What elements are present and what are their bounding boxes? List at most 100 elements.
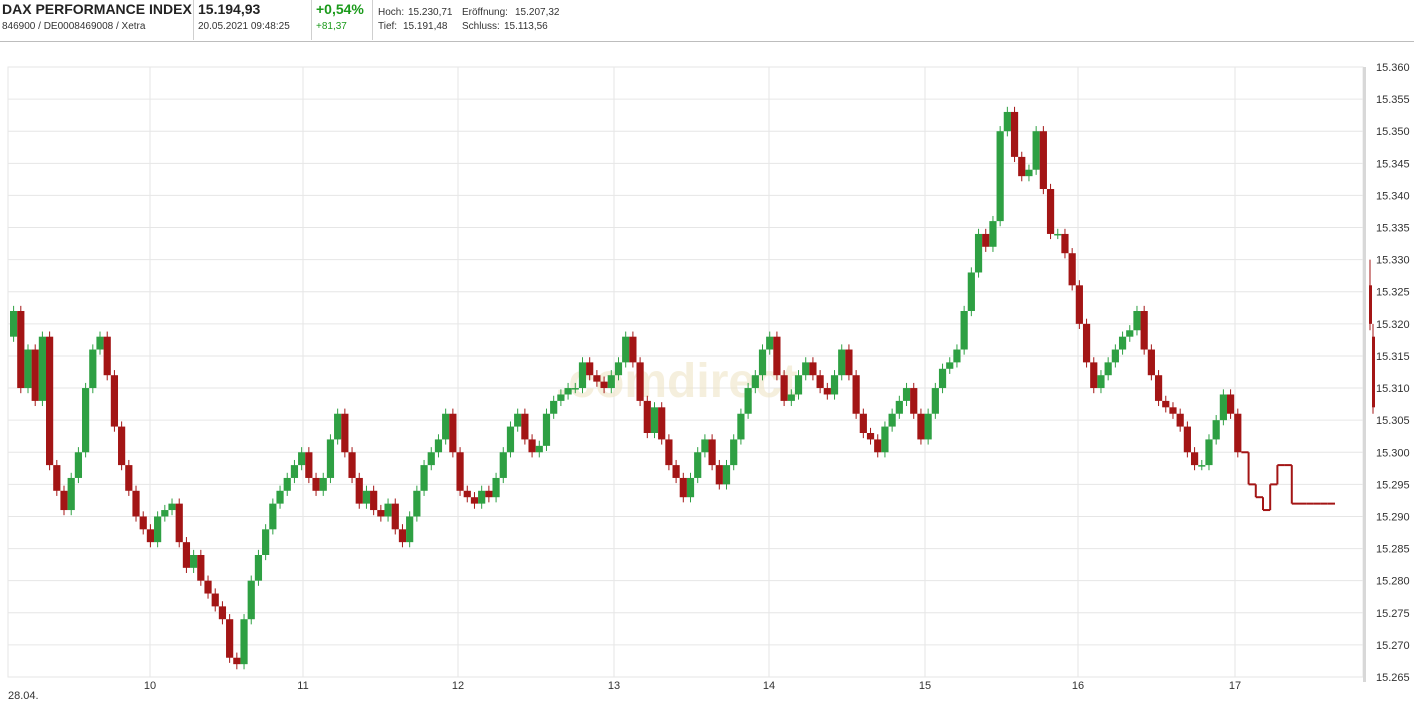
candle-body [860,414,867,433]
close-value: 15.113,56 [504,21,548,32]
candle-body [197,555,204,581]
candle-body [889,414,896,427]
price-timestamp: 20.05.2021 09:48:25 [198,21,290,32]
candle-body [802,362,809,375]
open-value: 15.207,32 [515,7,560,18]
candle-body [737,414,744,440]
x-axis: 101112131415161728.04. [8,680,1241,702]
candle-body [46,337,53,465]
candle-body [219,606,226,619]
candle-body [1191,452,1198,465]
candle-body [1076,285,1083,324]
x-tick-label: 15 [919,680,931,692]
candle-body [910,388,917,414]
candle-body [1119,337,1126,350]
candle-body [111,375,118,426]
price-chart[interactable]: .comdirect 15.36015.35515.35015.34515.34… [0,42,1414,705]
candle-body [176,504,183,543]
candle-body [831,375,838,394]
x-tick-label: 14 [763,680,775,692]
y-tick-label: 15.330 [1376,255,1410,267]
candle-body [39,337,46,401]
candle-body [1090,362,1097,388]
candle-body [600,382,607,388]
candle-body [485,491,492,497]
candle-body [334,414,341,440]
candle-body [161,510,168,516]
candle-body [435,439,442,452]
candle-body [1047,189,1054,234]
candle-body [651,407,658,433]
last-price: 15.194,93 [198,1,260,17]
candle-body [1061,234,1068,253]
candle-body [327,439,334,478]
x-tick-label: 13 [608,680,620,692]
y-tick-label: 15.315 [1376,351,1410,363]
candle-body [284,478,291,491]
x-start-label: 28.04. [8,690,39,702]
candle-body [1069,253,1076,285]
open-label: Eröffnung: [462,7,508,18]
candle-body [464,491,471,497]
x-tick-label: 16 [1072,680,1084,692]
candle-body [89,350,96,389]
candle-body [262,529,269,555]
candle-body [564,388,571,394]
candle-body [917,414,924,440]
y-tick-label: 15.300 [1376,447,1410,459]
candle-body [305,452,312,478]
candle-body [82,388,89,452]
high-value: 15.230,71 [408,7,453,18]
candle-body [867,433,874,439]
candle-body [881,427,888,453]
candle-body [10,311,17,337]
candle-body [557,394,564,400]
candle-body [1112,350,1119,363]
candle-body [745,388,752,414]
candle-body [183,542,190,568]
candle-body [968,272,975,311]
candle-body [932,388,939,414]
candle-body [961,311,968,350]
candle-body [240,619,247,664]
candle-body [622,337,629,363]
candle-body [989,221,996,247]
candle-body [154,516,161,542]
candle-body [168,504,175,510]
y-tick-label: 15.335 [1376,223,1410,235]
candle-body [420,465,427,491]
candle-body [269,504,276,530]
candle-body [665,439,672,465]
x-tick-label: 11 [297,680,308,692]
candle-body [716,465,723,484]
candle-body [507,427,514,453]
candle-body [593,375,600,381]
quote-header: DAX PERFORMANCE INDEX 846900 / DE0008469… [0,0,1414,42]
candle-body [190,555,197,568]
y-tick-label: 15.340 [1376,190,1410,202]
candle-body [809,362,816,375]
candle-body [572,388,579,390]
candle-body [1040,131,1047,189]
candle-body [406,516,413,542]
candle-body [370,491,377,510]
candle-body [377,510,384,516]
candle-body [204,581,211,594]
candle-body [608,375,615,388]
candle-body [975,234,982,273]
candle-body [579,362,586,388]
candle-body [17,311,24,388]
candle-body [781,375,788,401]
candle-body [953,350,960,363]
candle-body [53,465,60,491]
candle-body [132,491,139,517]
candle-body [1097,375,1104,388]
candle-body [456,452,463,491]
candle-body [471,497,478,503]
candle-body [96,337,103,350]
header-divider [193,0,194,40]
y-tick-label: 15.345 [1376,158,1410,170]
candle-body [1198,465,1205,467]
candle-body [514,414,521,427]
candle-body [874,439,881,452]
